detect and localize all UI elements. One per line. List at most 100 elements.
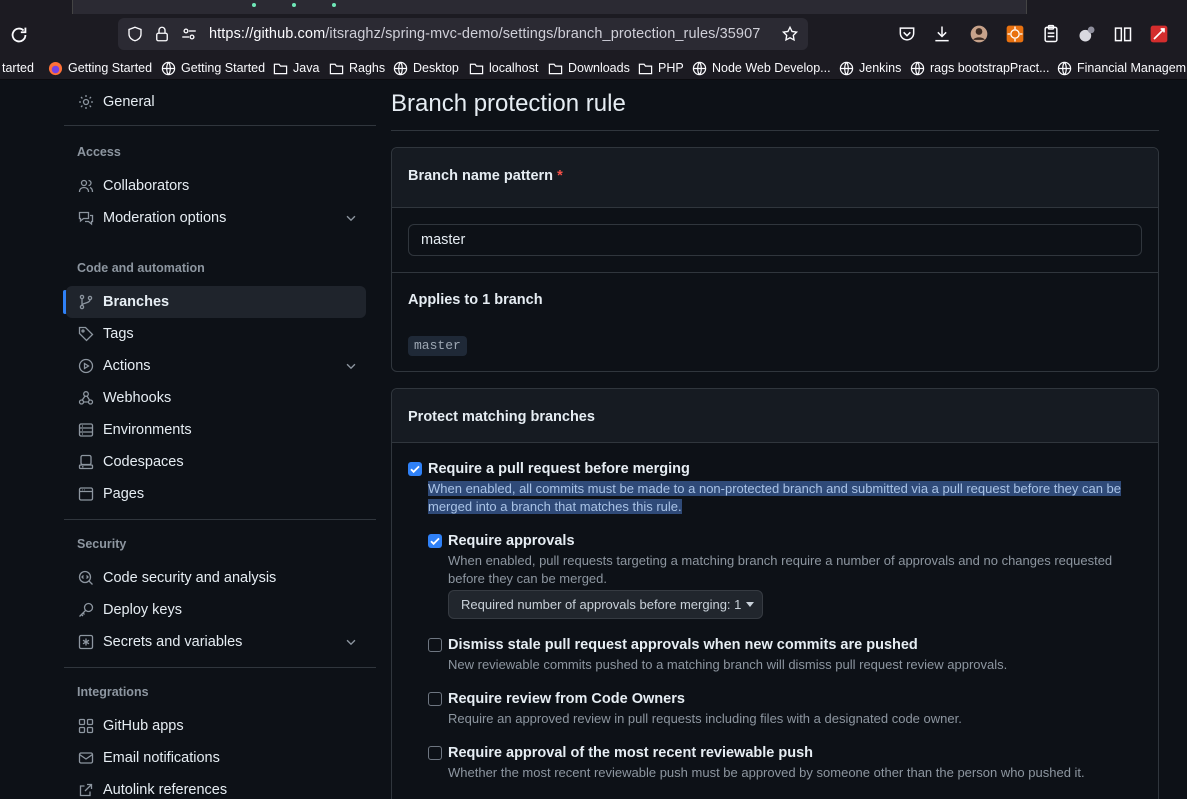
url-text[interactable]: https://github.com/itsraghz/spring-mvc-d… xyxy=(209,26,771,42)
globe-icon xyxy=(393,61,408,75)
folder-icon xyxy=(329,63,344,74)
bookmark-item[interactable]: localhost xyxy=(469,60,538,76)
code-owners-label[interactable]: Require review from Code Owners xyxy=(448,691,685,707)
bookmark-item[interactable]: PHP xyxy=(638,60,684,76)
sidebar-item-collaborators[interactable]: Collaborators xyxy=(66,170,366,202)
sidebar-item-pages[interactable]: Pages xyxy=(66,478,366,510)
pdf-extension-icon[interactable] xyxy=(1149,24,1169,44)
section-heading-code-automation: Code and automation xyxy=(77,261,205,275)
folder-icon xyxy=(638,63,653,74)
dismiss-stale-checkbox[interactable] xyxy=(428,638,442,652)
sidebar-item-email-notifications[interactable]: Email notifications xyxy=(66,742,366,774)
require-pr-checkbox[interactable] xyxy=(408,462,422,476)
required-marker: * xyxy=(557,168,563,184)
bookmark-item[interactable]: Node Web Develop... xyxy=(692,60,831,76)
section-heading-access: Access xyxy=(77,145,121,159)
browser-toolbar: https://github.com/itsraghz/spring-mvc-d… xyxy=(0,14,1187,56)
bookmark-item[interactable]: Jenkins xyxy=(839,60,901,76)
webhook-icon xyxy=(78,391,94,405)
chevron-down-icon[interactable] xyxy=(344,635,358,649)
sidebar-item-github-apps[interactable]: GitHub apps xyxy=(66,710,366,742)
tab-strip xyxy=(0,0,1187,14)
branch-pattern-input[interactable]: master xyxy=(408,224,1142,256)
sidebar-item-codespaces[interactable]: Codespaces xyxy=(66,446,366,478)
required-approvals-dropdown[interactable]: Required number of approvals before merg… xyxy=(448,590,763,619)
settings-sidebar: General Access Collaborators Moderation … xyxy=(0,80,380,799)
key-icon xyxy=(79,602,94,617)
bookmark-item[interactable]: Downloads xyxy=(548,60,630,76)
bookmark-item[interactable]: Java xyxy=(273,60,319,76)
sidebar-item-webhooks[interactable]: Webhooks xyxy=(66,382,366,414)
address-bar[interactable]: https://github.com/itsraghz/spring-mvc-d… xyxy=(118,18,808,50)
code-owners-checkbox[interactable] xyxy=(428,692,442,706)
codespaces-icon xyxy=(78,454,94,470)
asterisk-box-icon xyxy=(78,634,94,650)
dismiss-stale-description: New reviewable commits pushed to a match… xyxy=(448,657,1008,672)
loading-dot-icon xyxy=(292,3,296,7)
people-icon xyxy=(78,179,94,193)
folder-icon xyxy=(548,63,563,74)
account-avatar-icon[interactable] xyxy=(969,24,989,44)
active-tab[interactable] xyxy=(72,0,1027,14)
applies-to-label: Applies to 1 branch xyxy=(408,292,543,308)
checkmark-icon xyxy=(430,537,440,546)
sidebar-item-code-security[interactable]: Code security and analysis xyxy=(66,562,366,594)
require-approvals-description: When enabled, pull requests targeting a … xyxy=(448,553,1113,586)
link-external-icon xyxy=(79,783,93,797)
git-branch-icon xyxy=(79,294,93,310)
lock-icon[interactable] xyxy=(153,25,171,43)
bookmark-item[interactable]: tarted xyxy=(2,60,34,76)
globe-icon xyxy=(910,61,925,75)
sidebar-item-environments[interactable]: Environments xyxy=(66,414,366,446)
sidebar-item-moderation-options[interactable]: Moderation options xyxy=(66,202,366,234)
sidebar-item-actions[interactable]: Actions xyxy=(66,350,366,382)
protect-matching-branches-heading: Protect matching branches xyxy=(408,409,595,425)
require-approvals-checkbox[interactable] xyxy=(428,534,442,548)
checkmark-icon xyxy=(410,465,420,474)
sidebar-item-tags[interactable]: Tags xyxy=(66,318,366,350)
bookmarks-toolbar: tarted Getting Started Getting Started J… xyxy=(0,56,1187,80)
tag-icon xyxy=(78,326,94,342)
sidebar-item-deploy-keys[interactable]: Deploy keys xyxy=(66,594,366,626)
require-pr-description: When enabled, all commits must be made t… xyxy=(428,481,1122,514)
shield-icon[interactable] xyxy=(126,25,144,43)
bookmark-item[interactable]: Getting Started xyxy=(48,60,152,76)
globe-icon xyxy=(692,61,707,75)
section-heading-security: Security xyxy=(77,537,127,551)
bookmark-item[interactable]: Raghs xyxy=(329,60,385,76)
clipboard-icon[interactable] xyxy=(1041,24,1061,44)
bookmark-item[interactable]: rags bootstrapPract... xyxy=(910,60,1050,76)
divider xyxy=(392,272,1158,273)
sidebar-item-secrets-variables[interactable]: Secrets and variables xyxy=(66,626,366,658)
mail-icon xyxy=(78,752,94,764)
reader-view-icon[interactable] xyxy=(1113,24,1133,44)
chevron-down-icon[interactable] xyxy=(344,359,358,373)
require-pr-label[interactable]: Require a pull request before merging xyxy=(428,461,690,477)
chevron-down-icon[interactable] xyxy=(344,211,358,225)
extension-sun-icon[interactable] xyxy=(1005,24,1025,44)
sidebar-item-autolink-references[interactable]: Autolink references xyxy=(66,774,366,799)
apps-icon xyxy=(78,718,94,734)
divider xyxy=(64,519,376,520)
extension-puzzle-icon[interactable] xyxy=(1077,24,1097,44)
bookmark-item[interactable]: Desktop xyxy=(393,60,459,76)
recent-push-label[interactable]: Require approval of the most recent revi… xyxy=(448,745,813,761)
panel-header: Branch name pattern * xyxy=(392,148,1158,208)
recent-push-checkbox[interactable] xyxy=(428,746,442,760)
bookmark-item[interactable]: Getting Started xyxy=(161,60,265,76)
bookmark-star-icon[interactable] xyxy=(781,25,799,43)
divider xyxy=(64,125,376,126)
bookmark-item[interactable]: Financial Managem... xyxy=(1057,60,1187,76)
dismiss-stale-label[interactable]: Dismiss stale pull request approvals whe… xyxy=(448,637,918,653)
code-owners-description: Require an approved review in pull reque… xyxy=(448,711,962,726)
divider xyxy=(391,130,1159,131)
sidebar-item-branches[interactable]: Branches xyxy=(66,286,366,318)
pocket-icon[interactable] xyxy=(897,24,917,44)
require-approvals-label[interactable]: Require approvals xyxy=(448,533,575,549)
comment-discussion-icon xyxy=(78,211,94,226)
sidebar-item-general[interactable]: General xyxy=(66,86,366,118)
permissions-icon[interactable] xyxy=(180,25,198,43)
download-icon[interactable] xyxy=(932,24,952,44)
firefox-icon xyxy=(48,61,63,75)
reload-icon[interactable] xyxy=(8,24,30,46)
